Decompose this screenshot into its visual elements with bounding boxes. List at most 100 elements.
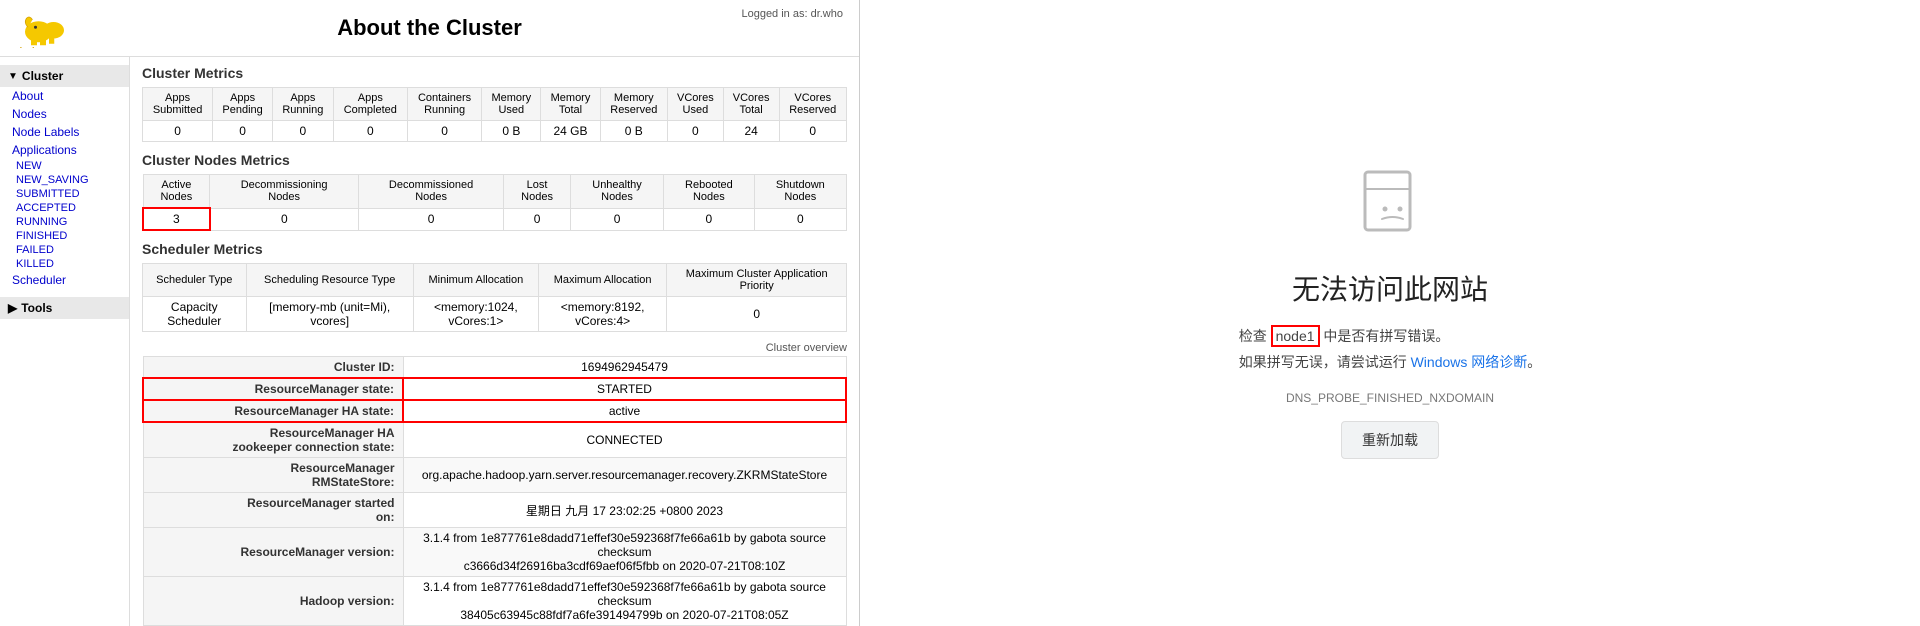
error-network-diag-link[interactable]: Windows 网络诊断 [1411,354,1528,370]
sidebar-item-finished[interactable]: FINISHED [8,229,129,243]
reload-button[interactable]: 重新加载 [1341,421,1439,459]
col-vcores-reserved: VCoresReserved [779,88,847,121]
col-apps-running: AppsRunning [273,88,334,121]
sidebar-item-scheduler[interactable]: Scheduler [0,271,129,289]
col-vcores-used: VCoresUsed [668,88,724,121]
error-node-highlight: node1 [1271,325,1320,347]
sidebar-tools-header[interactable]: ▶ Tools [0,297,129,319]
sidebar-item-node-labels[interactable]: Node Labels [0,123,129,141]
sidebar-tools-label: Tools [21,301,52,315]
sidebar-item-applications[interactable]: Applications [0,141,129,159]
val-memory-used: 0 B [482,121,541,142]
sidebar-cluster-label: Cluster [22,69,63,83]
val-scheduling-resource-type: [memory-mb (unit=Mi),vcores] [246,297,413,332]
val-active-nodes: 3 [143,208,210,230]
val-rm-ha-state: active [403,400,846,422]
col-decommissioning-nodes: DecommissioningNodes [210,175,359,209]
label-rm-state: ResourceManager state: [143,378,403,400]
label-rm-ha-state: ResourceManager HA state: [143,400,403,422]
table-row: CapacityScheduler [memory-mb (unit=Mi),v… [143,297,847,332]
col-unhealthy-nodes: UnhealthyNodes [570,175,663,209]
sidebar-item-new-saving[interactable]: NEW_SAVING [8,173,129,187]
logo: hadoop [16,8,76,48]
hadoop-logo-icon: hadoop [16,8,76,48]
label-rm-zk-state: ResourceManager HAzookeeper connection s… [143,422,403,458]
error-title: 无法访问此网站 [1292,268,1488,308]
sidebar-item-killed[interactable]: KILLED [8,257,129,271]
col-max-cluster-priority: Maximum Cluster ApplicationPriority [667,264,847,297]
sidebar: ▼ Cluster About Nodes Node Labels Applic… [0,57,130,626]
col-apps-pending: AppsPending [213,88,273,121]
col-min-allocation: Minimum Allocation [413,264,538,297]
col-lost-nodes: LostNodes [504,175,571,209]
svg-text:hadoop: hadoop [20,46,50,48]
val-rm-state: STARTED [403,378,846,400]
col-decommissioned-nodes: DecommissionedNodes [359,175,504,209]
val-unhealthy-nodes: 0 [570,208,663,230]
sidebar-item-accepted[interactable]: ACCEPTED [8,201,129,215]
val-hadoop-version: 3.1.4 from 1e877761e8dadd71effef30e59236… [403,577,846,626]
cluster-metrics-title: Cluster Metrics [142,65,847,81]
cluster-metrics-table: AppsSubmitted AppsPending AppsRunning Ap… [142,87,847,142]
error-description: 检查 node1 中是否有拼写错误。 如果拼写无误，请尝试运行 Windows … [1239,324,1542,374]
col-memory-used: MemoryUsed [482,88,541,121]
val-apps-submitted: 0 [143,121,213,142]
table-row: ResourceManagerRMStateStore: org.apache.… [143,458,846,493]
sidebar-item-submitted[interactable]: SUBMITTED [8,187,129,201]
page-title: About the Cluster [337,15,522,41]
table-row: ResourceManager startedon: 星期日 九月 17 23:… [143,493,846,528]
table-row-rm-ha-state: ResourceManager HA state: active [143,400,846,422]
val-max-allocation: <memory:8192,vCores:4> [538,297,667,332]
main-content: ▼ Cluster About Nodes Node Labels Applic… [0,57,859,626]
col-apps-completed: AppsCompleted [333,88,407,121]
label-rm-state-store: ResourceManagerRMStateStore: [143,458,403,493]
applications-sub-links: NEW NEW_SAVING SUBMITTED ACCEPTED RUNNIN… [0,159,129,271]
val-vcores-used: 0 [668,121,724,142]
error-desc2-prefix: 如果拼写无误，请尝试运行 [1239,354,1411,370]
col-active-nodes: ActiveNodes [143,175,210,209]
col-containers-running: ContainersRunning [407,88,481,121]
error-desc2-suffix: 。 [1527,354,1541,370]
cluster-nodes-metrics-table: ActiveNodes DecommissioningNodes Decommi… [142,174,847,231]
val-rm-state-store: org.apache.hadoop.yarn.server.resourcema… [403,458,846,493]
table-row: 0 0 0 0 0 0 B 24 GB 0 B 0 24 0 [143,121,847,142]
sidebar-item-failed[interactable]: FAILED [8,243,129,257]
sidebar-cluster-section: ▼ Cluster About Nodes Node Labels Applic… [0,65,129,289]
val-rm-zk-state: CONNECTED [403,422,846,458]
col-memory-reserved: MemoryReserved [600,88,667,121]
broken-page-icon [1355,167,1425,237]
error-icon [1355,167,1425,252]
col-max-allocation: Maximum Allocation [538,264,667,297]
label-hadoop-version: Hadoop version: [143,577,403,626]
val-apps-pending: 0 [213,121,273,142]
val-apps-completed: 0 [333,121,407,142]
col-shutdown-nodes: ShutdownNodes [754,175,846,209]
val-decommissioning-nodes: 0 [210,208,359,230]
sidebar-item-running[interactable]: RUNNING [8,215,129,229]
val-rm-started: 星期日 九月 17 23:02:25 +0800 2023 [403,493,846,528]
val-containers-running: 0 [407,121,481,142]
error-dns-code: DNS_PROBE_FINISHED_NXDOMAIN [1286,391,1494,405]
logged-in-status: Logged in as: dr.who [741,8,843,20]
error-desc-prefix: 检查 [1239,328,1271,344]
table-row: Cluster ID: 1694962945479 [143,357,846,379]
cluster-nodes-metrics-title: Cluster Nodes Metrics [142,152,847,168]
table-row: Hadoop version: 3.1.4 from 1e877761e8dad… [143,577,846,626]
table-row: ResourceManager HAzookeeper connection s… [143,422,846,458]
col-scheduler-type: Scheduler Type [143,264,247,297]
error-desc-mid: 中是否有拼写错误。 [1320,328,1450,344]
label-cluster-id: Cluster ID: [143,357,403,379]
scheduler-metrics-title: Scheduler Metrics [142,241,847,257]
sidebar-item-new[interactable]: NEW [8,159,129,173]
val-apps-running: 0 [273,121,334,142]
sidebar-item-about[interactable]: About [0,87,129,105]
val-shutdown-nodes: 0 [754,208,846,230]
val-cluster-id: 1694962945479 [403,357,846,379]
cluster-collapse-icon: ▼ [8,71,18,82]
scheduler-metrics-table: Scheduler Type Scheduling Resource Type … [142,263,847,332]
col-vcores-total: VCoresTotal [723,88,779,121]
sidebar-cluster-header[interactable]: ▼ Cluster [0,65,129,87]
sidebar-item-nodes[interactable]: Nodes [0,105,129,123]
table-row-rm-state: ResourceManager state: STARTED [143,378,846,400]
val-memory-total: 24 GB [541,121,600,142]
